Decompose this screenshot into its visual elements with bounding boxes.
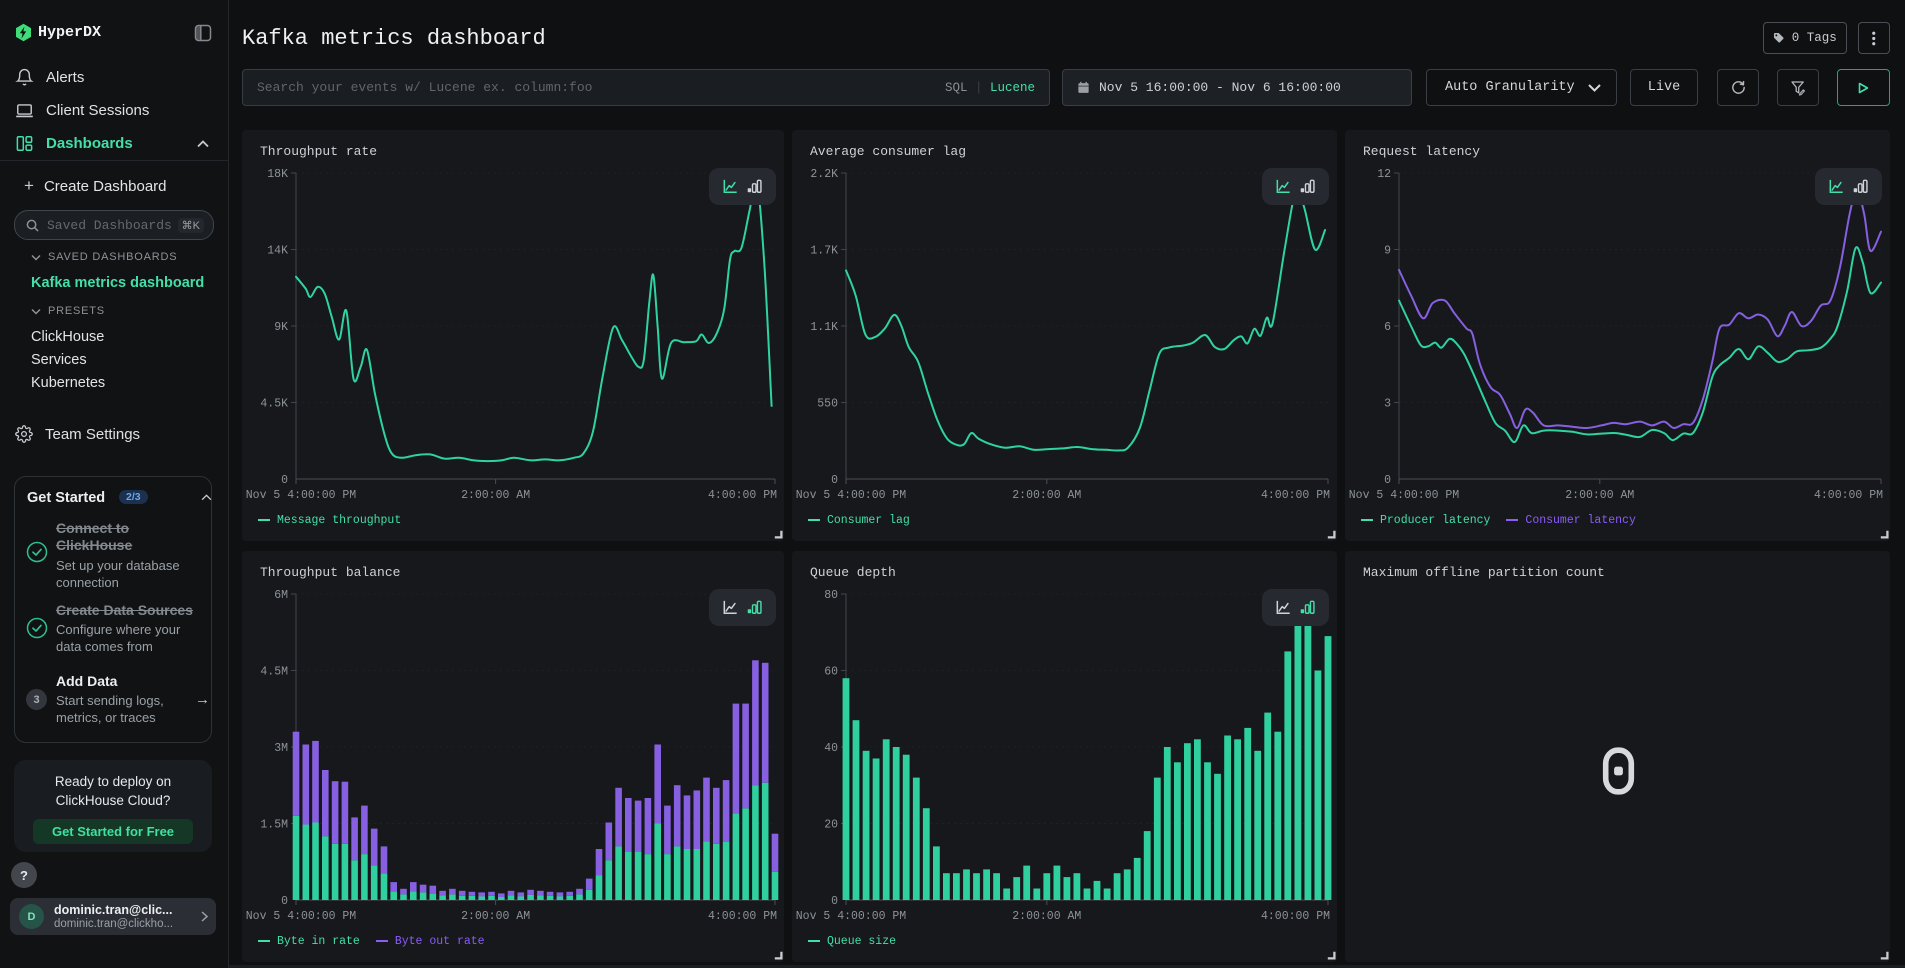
svg-text:18K: 18K — [267, 168, 288, 181]
svg-text:2:00:00 AM: 2:00:00 AM — [1012, 910, 1081, 923]
svg-text:4:00:00 PM: 4:00:00 PM — [1261, 910, 1330, 923]
svg-text:2.2K: 2.2K — [810, 168, 838, 181]
svg-text:Nov 5 4:00:00 PM: Nov 5 4:00:00 PM — [796, 910, 907, 923]
svg-text:14K: 14K — [267, 245, 288, 258]
svg-text:4.5K: 4.5K — [260, 398, 288, 411]
svg-text:4.5M: 4.5M — [260, 666, 288, 679]
svg-text:9K: 9K — [274, 321, 288, 334]
svg-text:60: 60 — [824, 666, 838, 679]
svg-text:80: 80 — [824, 589, 838, 602]
svg-text:2:00:00 AM: 2:00:00 AM — [461, 489, 530, 502]
svg-text:20: 20 — [824, 819, 838, 832]
svg-text:Nov 5 4:00:00 PM: Nov 5 4:00:00 PM — [1349, 489, 1460, 502]
svg-text:0: 0 — [831, 895, 838, 908]
svg-text:0: 0 — [1384, 474, 1391, 487]
svg-text:2:00:00 AM: 2:00:00 AM — [461, 910, 530, 923]
svg-text:550: 550 — [817, 398, 838, 411]
svg-text:4:00:00 PM: 4:00:00 PM — [708, 910, 777, 923]
svg-text:0: 0 — [281, 474, 288, 487]
svg-text:2:00:00 AM: 2:00:00 AM — [1012, 489, 1081, 502]
svg-text:4:00:00 PM: 4:00:00 PM — [1814, 489, 1883, 502]
svg-text:Nov 5 4:00:00 PM: Nov 5 4:00:00 PM — [796, 489, 907, 502]
svg-text:1.1K: 1.1K — [810, 321, 838, 334]
svg-text:2:00:00 AM: 2:00:00 AM — [1565, 489, 1634, 502]
svg-text:Nov 5 4:00:00 PM: Nov 5 4:00:00 PM — [246, 910, 357, 923]
svg-text:4:00:00 PM: 4:00:00 PM — [1261, 489, 1330, 502]
svg-text:1.7K: 1.7K — [810, 245, 838, 258]
svg-text:4:00:00 PM: 4:00:00 PM — [708, 489, 777, 502]
svg-text:12: 12 — [1377, 168, 1391, 181]
svg-text:1.5M: 1.5M — [260, 819, 288, 832]
svg-text:9: 9 — [1384, 245, 1391, 258]
svg-text:3: 3 — [1384, 398, 1391, 411]
svg-text:0: 0 — [281, 895, 288, 908]
svg-text:6: 6 — [1384, 321, 1391, 334]
svg-text:6M: 6M — [274, 589, 288, 602]
svg-text:0: 0 — [831, 474, 838, 487]
svg-text:3M: 3M — [274, 742, 288, 755]
svg-text:Nov 5 4:00:00 PM: Nov 5 4:00:00 PM — [246, 489, 357, 502]
svg-text:40: 40 — [824, 742, 838, 755]
